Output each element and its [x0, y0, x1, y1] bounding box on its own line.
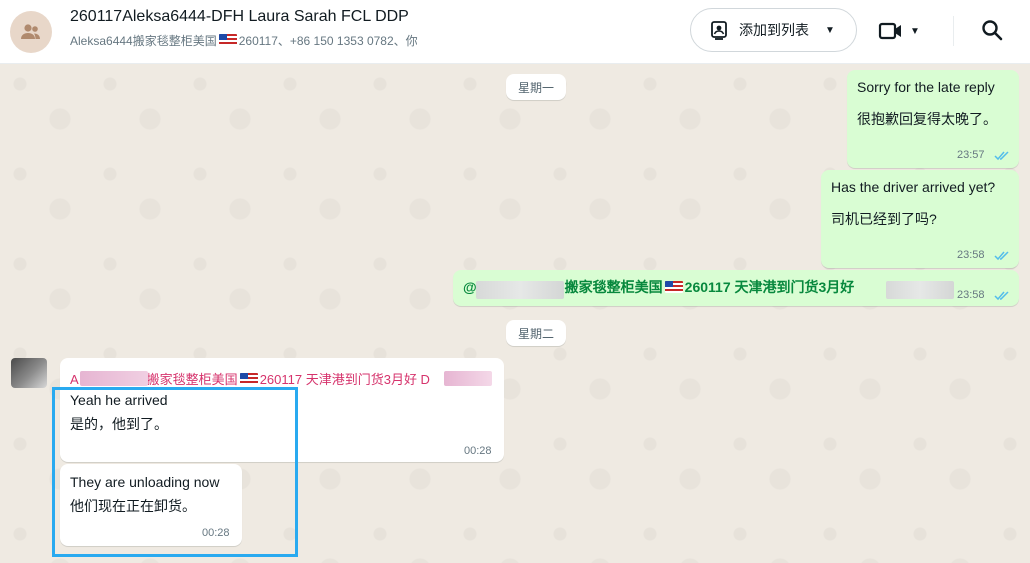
us-flag-icon [664, 281, 683, 293]
message-time: 00:28 [464, 445, 492, 457]
message-text: 很抱歉回复得太晚了。 [857, 111, 997, 127]
chat-subtitle[interactable]: Aleksa6444搬家毯整柜美国 260117、+86 150 1353 078… [70, 32, 418, 49]
add-to-list-label: 添加到列表 [739, 22, 809, 38]
contact-card-icon [711, 21, 727, 40]
mention-name: 搬家毯整柜美国 [564, 279, 663, 295]
chevron-down-icon: ▼ [825, 24, 835, 36]
sender-text-2: 260117 天津港到门货3月好 D [259, 372, 430, 387]
redacted-text [886, 281, 954, 299]
message-outgoing[interactable]: Has the driver arrived yet? 司机已经到了吗? 23:… [821, 170, 1019, 268]
chevron-down-icon: ▼ [910, 25, 920, 37]
message-text: Has the driver arrived yet? [831, 179, 996, 195]
subtitle-text-1: Aleksa6444搬家毯整柜美国 [70, 34, 217, 48]
redacted-text [80, 371, 148, 386]
video-call-button[interactable]: ▼ [878, 18, 920, 44]
chat-header: 260117Aleksa6444-DFH Laura Sarah FCL DDP… [0, 0, 1030, 64]
double-check-icon [994, 151, 1009, 161]
message-outgoing[interactable]: Sorry for the late reply 很抱歉回复得太晚了。 23:5… [847, 70, 1019, 168]
header-divider [953, 16, 954, 46]
add-to-list-button[interactable]: 添加到列表 ▼ [690, 8, 857, 52]
double-check-icon [994, 251, 1009, 261]
message-time: 23:57 [957, 149, 985, 161]
search-icon[interactable] [980, 18, 1004, 42]
double-check-icon [994, 291, 1009, 301]
message-time: 23:58 [957, 249, 985, 261]
date-divider-monday: 星期一 [506, 74, 567, 100]
chat-title[interactable]: 260117Aleksa6444-DFH Laura Sarah FCL DDP [70, 8, 409, 26]
message-text: 司机已经到了吗? [831, 211, 937, 227]
video-call-icon [878, 22, 901, 40]
sender-prefix: A [70, 372, 79, 387]
subtitle-text-2: 260117、+86 150 1353 0782、你 [238, 34, 418, 48]
us-flag-icon [239, 373, 258, 385]
message-text: Sorry for the late reply [857, 79, 995, 95]
us-flag-icon [218, 34, 237, 46]
message-time: 23:58 [957, 289, 985, 301]
sender-avatar[interactable] [11, 358, 47, 388]
date-divider-tuesday: 星期二 [506, 320, 567, 346]
mention-name-2: 260117 天津港到门货3月好 [684, 279, 855, 295]
mention-prefix: @ [463, 279, 477, 295]
group-avatar-icon [21, 24, 40, 39]
redacted-text [444, 371, 492, 386]
sender-text: 搬家毯整柜美国 [146, 372, 238, 387]
redacted-text [476, 281, 564, 299]
highlight-box [52, 387, 298, 557]
group-avatar[interactable] [10, 11, 52, 53]
